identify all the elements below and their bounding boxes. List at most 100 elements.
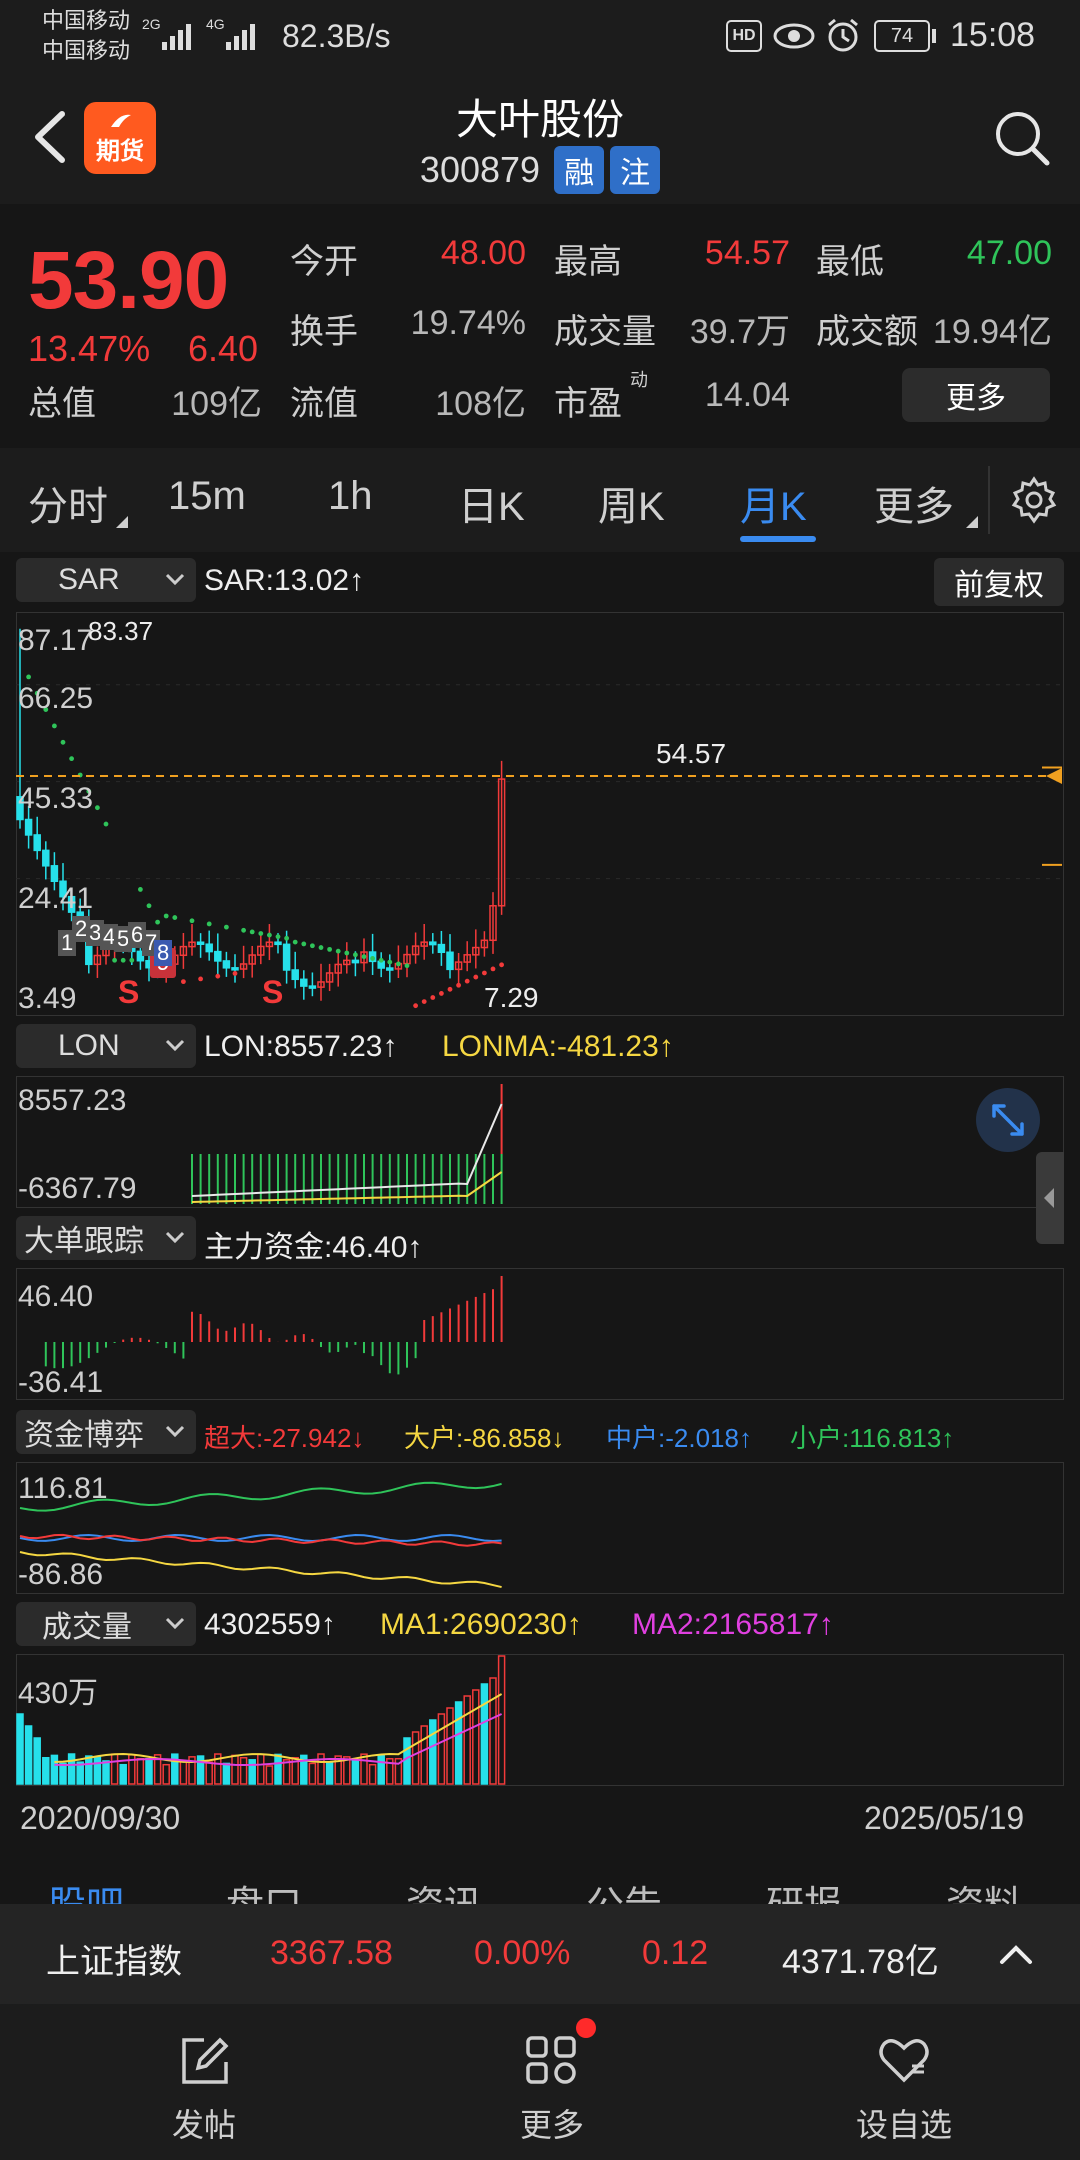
tab-1h[interactable]: 1h <box>328 474 373 519</box>
volume-bar <box>110 1753 119 1785</box>
tab-monthly[interactable]: 月K <box>740 474 807 532</box>
adjust-button[interactable]: 前复权 <box>934 558 1064 606</box>
sar-dot <box>138 887 143 892</box>
chevron-up-icon[interactable] <box>996 1938 1036 1970</box>
sar-dot <box>95 805 100 811</box>
small-readout: 小户:116.813↑ <box>790 1423 955 1453</box>
volume-bar <box>480 1683 489 1785</box>
tab-research[interactable]: 研报 <box>766 1874 842 1904</box>
volume-bar <box>446 1707 454 1785</box>
tab-orderbook[interactable]: 盘口 <box>226 1874 302 1904</box>
edit-icon <box>182 2037 229 2084</box>
event-digit-markers[interactable]: 1 2 3 4 5 6 7 8 <box>58 912 173 972</box>
volume-bar <box>67 1753 76 1785</box>
open-value: 48.00 <box>440 234 526 272</box>
tab-weekly[interactable]: 周K <box>598 474 665 532</box>
tab-daily[interactable]: 日K <box>458 474 525 532</box>
search-button[interactable] <box>992 108 1052 168</box>
tab-15m[interactable]: 15m <box>168 474 246 519</box>
tab-forum[interactable]: 股吧 <box>48 1874 124 1904</box>
index-ticker-bar[interactable]: 上证指数 3367.58 0.00% 0.12 4371.78亿 <box>0 1904 1080 2004</box>
nav-add-watchlist[interactable]: 设自选 <box>804 2030 1004 2146</box>
margin-tag[interactable]: 融 <box>554 146 605 194</box>
sar-dot <box>456 982 461 988</box>
volume-bar <box>368 1763 377 1785</box>
sar-dot <box>189 918 195 924</box>
lon-chart[interactable] <box>16 1076 1064 1208</box>
sar-dot <box>464 978 470 984</box>
nav-post[interactable]: 发帖 <box>104 2030 304 2146</box>
volume-bar <box>102 1760 110 1785</box>
volume-indicator-select[interactable]: 成交量 <box>16 1602 196 1646</box>
battery-tip <box>932 29 936 43</box>
volume-chart[interactable] <box>16 1654 1064 1786</box>
main-indicator-name: SAR <box>58 563 120 596</box>
bottom-nav: 发帖 更多 设自选 <box>0 2004 1080 2160</box>
sar-dot <box>413 1003 418 1009</box>
pe-dynamic-mark: 动 <box>630 370 648 390</box>
sar-dot <box>258 931 264 936</box>
amount-label: 成交额 <box>816 313 918 351</box>
tab-intraday[interactable]: 分时 <box>28 474 108 532</box>
sar-dot <box>103 821 109 827</box>
volume-bar <box>489 1677 497 1785</box>
tab-announcements[interactable]: 公告 <box>586 1874 662 1904</box>
sar-dot <box>361 954 367 960</box>
low-value: 47.00 <box>966 234 1052 272</box>
more-quote-button[interactable]: 更多 <box>902 368 1050 422</box>
main-indicator-select[interactable]: SAR <box>16 558 196 602</box>
sar-dot <box>52 723 57 729</box>
tab-profile[interactable]: 资料 <box>946 1874 1022 1904</box>
chevron-down-icon <box>165 1617 185 1630</box>
sar-dot <box>335 948 341 954</box>
nav-more[interactable]: 更多 <box>452 2030 652 2146</box>
ma1-readout: MA1:2690230↑ <box>380 1608 582 1641</box>
volume-bar <box>403 1737 411 1785</box>
sar-dot <box>327 946 332 952</box>
candle-body <box>196 941 205 945</box>
sar-dot <box>292 939 298 945</box>
clock: 15:08 <box>950 16 1036 54</box>
lon-readout: LON:8557.23↑ <box>204 1030 398 1063</box>
fund-chart[interactable] <box>16 1462 1064 1594</box>
volume-bar <box>205 1761 213 1785</box>
bigorder-indicator-select[interactable]: 大单跟踪 <box>16 1216 196 1260</box>
volume-bar <box>59 1762 67 1785</box>
sar-dot <box>430 995 436 1000</box>
fund-indicator-select[interactable]: 资金博弈 <box>16 1410 196 1454</box>
bigorder-chart[interactable] <box>16 1268 1064 1400</box>
tab-news[interactable]: 资讯 <box>406 1874 482 1904</box>
side-drawer-handle[interactable] <box>1036 1152 1064 1244</box>
candle-body <box>300 978 308 987</box>
fullscreen-button[interactable] <box>976 1088 1040 1152</box>
sar-dot <box>224 924 229 930</box>
candle-body <box>291 969 299 981</box>
registration-tag[interactable]: 注 <box>610 146 661 194</box>
battery-icon: 74 <box>874 20 930 52</box>
status-bar: 中国移动 中国移动 2G 4G 82.3B/s HD 74 15:08 <box>0 0 1080 72</box>
sar-dot <box>241 927 247 933</box>
sar-dot <box>387 959 393 965</box>
sar-dot <box>198 976 204 982</box>
lon-indicator-name: LON <box>58 1029 120 1062</box>
volume-label: 成交量 <box>554 313 656 351</box>
candle-body <box>42 849 50 867</box>
tab-more[interactable]: 更多 <box>874 474 954 532</box>
sar-dot <box>301 941 307 947</box>
sar-dot <box>421 999 427 1004</box>
network-type-1: 2G <box>142 16 161 32</box>
candle-body <box>50 865 59 883</box>
index-percent: 0.00% <box>474 1934 571 1972</box>
sar-dot <box>370 956 375 961</box>
chart-settings-gear-icon[interactable] <box>1010 476 1058 524</box>
stock-code-row: 300879 融 注 <box>0 146 1080 194</box>
volume-bar <box>377 1754 385 1785</box>
network-type-2: 4G <box>206 16 225 32</box>
hd-icon: HD <box>726 20 762 52</box>
apps-grid-icon <box>526 2036 576 2084</box>
high-label: 最高 <box>554 243 622 281</box>
volume-bar <box>360 1753 368 1785</box>
carrier-2: 中国移动 <box>42 38 131 63</box>
lon-indicator-select[interactable]: LON <box>16 1024 196 1068</box>
bigorder-y-bottom: -36.41 <box>18 1366 104 1399</box>
